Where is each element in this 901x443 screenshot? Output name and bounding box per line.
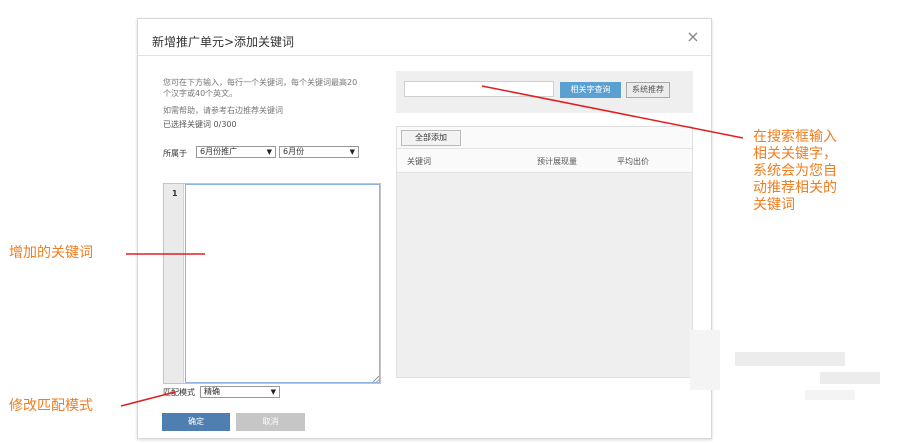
blurred-watermark [805, 390, 855, 400]
annotation-lines [120, 85, 744, 407]
search-tip-line-2: 相关关键字， [753, 146, 837, 162]
match-tip-annotation: 修改匹配模式 [9, 398, 93, 414]
blurred-watermark [820, 372, 880, 384]
search-tip-line-1: 在搜索框输入 [753, 129, 837, 145]
search-tip-line [481, 85, 744, 139]
search-tip-line-5: 关键词 [753, 197, 795, 213]
search-tip-line-4: 动推荐相关的 [753, 180, 837, 196]
search-tip-line-3: 系统会为您自 [753, 163, 837, 179]
added-keywords-annotation: 增加的关键词 [9, 245, 93, 261]
search-tip-annotation: 在搜索框输入 相关关键字， 系统会为您自 动推荐相关的 关键词 [753, 129, 837, 214]
blurred-watermark [690, 330, 720, 390]
match-tip-line [120, 391, 176, 407]
blurred-watermark [735, 352, 845, 366]
